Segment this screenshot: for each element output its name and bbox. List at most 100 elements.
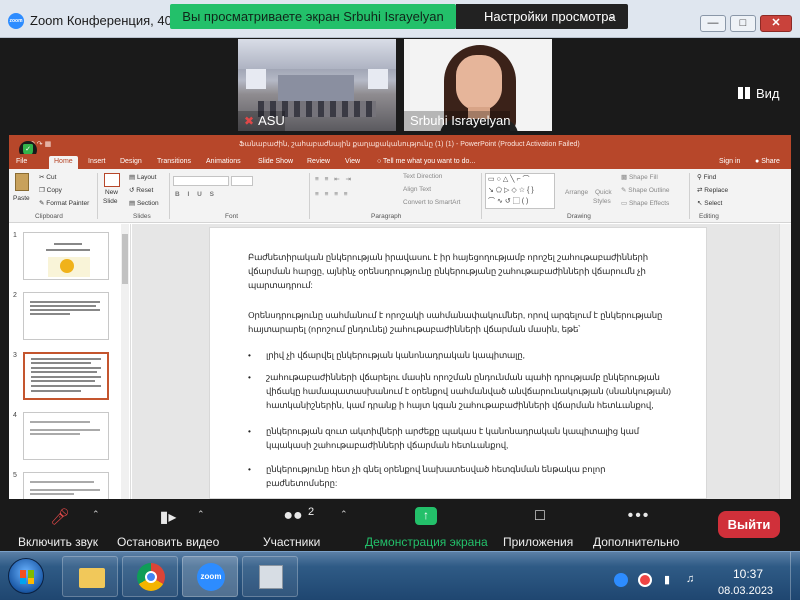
new-slide-button[interactable]: New <box>105 189 118 196</box>
tab-home[interactable]: Home <box>49 156 78 169</box>
arrange-button[interactable]: Arrange <box>565 189 588 196</box>
convert-smartart-button[interactable]: Convert to SmartArt <box>403 199 460 206</box>
section-button[interactable]: ▤ Section <box>129 199 159 207</box>
antivirus-tray-icon[interactable] <box>638 573 652 587</box>
align-buttons[interactable]: ≡ ≡ ≡ ≡ <box>315 191 350 198</box>
copy-icon: ❐ <box>39 187 47 194</box>
zoom-app-icon: zoom <box>197 563 225 591</box>
participant-name: ASU <box>258 113 285 128</box>
reset-button[interactable]: ↺ Reset <box>129 186 153 194</box>
font-size-box[interactable] <box>231 176 253 186</box>
slide-number: 4 <box>13 412 17 419</box>
align-text-button[interactable]: Align Text <box>403 186 431 193</box>
close-button[interactable]: ✕ <box>760 15 792 32</box>
maximize-button[interactable]: □ <box>730 15 756 32</box>
tab-animations[interactable]: Animations <box>201 156 246 169</box>
shared-screen-powerpoint: ↶ ↷ ▦ Ֆանաբաժին, շահաբաժնային քաղաքականո… <box>9 135 791 499</box>
view-button[interactable]: Вид <box>738 86 780 101</box>
more-dots-icon[interactable]: ••• <box>624 507 654 527</box>
scrollbar-thumb[interactable] <box>122 234 128 284</box>
slide-thumbnail-4[interactable] <box>23 412 109 460</box>
tell-me-search[interactable]: ○ Tell me what you want to do... <box>377 155 475 168</box>
chevron-up-icon[interactable]: ⌃ <box>197 509 205 520</box>
list-buttons[interactable]: ≡ ≡ ⇤ ⇥ <box>315 175 353 183</box>
close-icon: ✕ <box>771 17 781 29</box>
tab-view[interactable]: View <box>340 156 365 169</box>
mic-muted-icon[interactable]: 🎤︎ <box>48 507 72 527</box>
cut-button[interactable]: ✂ Cut <box>39 173 56 181</box>
chevron-up-icon[interactable]: ⌃ <box>92 509 100 520</box>
shape-fill-label: Shape Fill <box>628 174 658 181</box>
tab-insert[interactable]: Insert <box>83 156 111 169</box>
view-settings-menu[interactable]: Настройки просмотра ⌄ <box>456 4 628 29</box>
current-slide[interactable]: Բաժնետիրական ընկերության իրավասու է իր հ… <box>209 227 707 499</box>
paste-button[interactable]: Paste <box>13 195 30 202</box>
clock-date[interactable]: 08.03.2023 <box>718 585 773 597</box>
copy-button[interactable]: ❐ Copy <box>39 186 62 194</box>
start-button[interactable] <box>8 558 44 594</box>
shapes-gallery[interactable]: ▭○△╲⌐⌒ ↘⬠▷◇☆{} ⌒∿↺▢() <box>485 173 555 209</box>
thumb-text-line <box>30 313 70 315</box>
taskbar-photo-viewer[interactable] <box>242 556 298 597</box>
apps-icon[interactable]: □ <box>530 507 550 527</box>
zoom-tray-icon[interactable] <box>614 573 628 587</box>
show-desktop-button[interactable] <box>790 552 800 600</box>
shape-outline-button[interactable]: ✎ Shape Outline <box>621 186 669 194</box>
quick-styles-button-line2[interactable]: Styles <box>593 198 611 205</box>
volume-icon[interactable]: ♫ <box>686 573 694 585</box>
chrome-icon <box>137 563 165 591</box>
sign-in-link[interactable]: Sign in <box>719 155 740 168</box>
share-screen-button[interactable]: Демонстрация экрана <box>365 535 488 549</box>
more-button[interactable]: Дополнительно <box>593 535 679 549</box>
slide-number: 3 <box>13 352 17 359</box>
participant-name: Srbuhi Israyelyan <box>410 113 511 128</box>
participants-button[interactable]: Участники <box>263 535 320 549</box>
ribbon-separator <box>481 173 482 219</box>
leave-button[interactable]: Выйти <box>718 511 780 538</box>
minimize-button[interactable]: — <box>700 15 726 32</box>
new-slide-icon[interactable] <box>104 173 120 187</box>
thumbnail-scrollbar[interactable] <box>121 224 129 499</box>
slide-thumbnail-3[interactable] <box>23 352 109 400</box>
taskbar-chrome[interactable] <box>122 556 178 597</box>
text-direction-button[interactable]: Text Direction <box>403 173 442 180</box>
new-slide-button-line2[interactable]: Slide <box>103 198 117 205</box>
clock-time[interactable]: 10:37 <box>733 567 763 581</box>
replace-button[interactable]: ⇄ Replace <box>697 186 728 194</box>
maximize-icon: □ <box>739 17 747 29</box>
apps-button[interactable]: Приложения <box>503 535 573 549</box>
participants-icon[interactable]: ●● <box>280 507 306 527</box>
font-format-buttons[interactable]: B I U S <box>175 191 217 198</box>
layout-button[interactable]: ▤ Layout <box>129 173 156 181</box>
tab-transitions[interactable]: Transitions <box>152 156 196 169</box>
room-window <box>246 69 266 89</box>
unmute-button[interactable]: Включить звук <box>18 535 98 549</box>
chevron-up-icon[interactable]: ⌃ <box>340 509 348 520</box>
slide-thumbnail-2[interactable] <box>23 292 109 340</box>
taskbar-zoom[interactable]: zoom <box>182 556 238 597</box>
font-name-box[interactable] <box>173 176 229 186</box>
video-camera-icon[interactable]: ▮▸ <box>155 507 181 527</box>
thumb-text-line <box>30 429 100 431</box>
shape-fill-button[interactable]: ▩ Shape Fill <box>621 173 658 181</box>
tab-file[interactable]: File <box>11 156 32 169</box>
quick-styles-button[interactable]: Quick <box>595 189 612 196</box>
shape-effects-button[interactable]: ▭ Shape Effects <box>621 199 669 207</box>
stop-video-button[interactable]: Остановить видео <box>117 535 219 549</box>
slide-scrollbar[interactable] <box>779 224 791 499</box>
network-icon[interactable]: ▮ <box>664 573 670 586</box>
tab-design[interactable]: Design <box>115 156 147 169</box>
ppt-share-button[interactable]: ● Share <box>755 155 780 168</box>
paste-icon[interactable] <box>15 173 29 191</box>
share-screen-arrow-icon[interactable]: ↑ <box>415 507 437 525</box>
format-painter-button[interactable]: ✎ Format Painter <box>39 199 89 207</box>
taskbar-explorer[interactable] <box>62 556 118 597</box>
tab-slide-show[interactable]: Slide Show <box>253 156 298 169</box>
video-tile-asu[interactable]: ✖ ASU <box>238 39 396 131</box>
select-button[interactable]: ↖ Select <box>697 199 722 207</box>
find-button[interactable]: ⚲ Find <box>697 173 716 181</box>
slide-thumbnail-1[interactable] <box>23 232 109 280</box>
tab-review[interactable]: Review <box>302 156 335 169</box>
slide-thumbnail-5[interactable] <box>23 472 109 499</box>
video-tile-srbuhi[interactable]: Srbuhi Israyelyan <box>404 39 552 131</box>
